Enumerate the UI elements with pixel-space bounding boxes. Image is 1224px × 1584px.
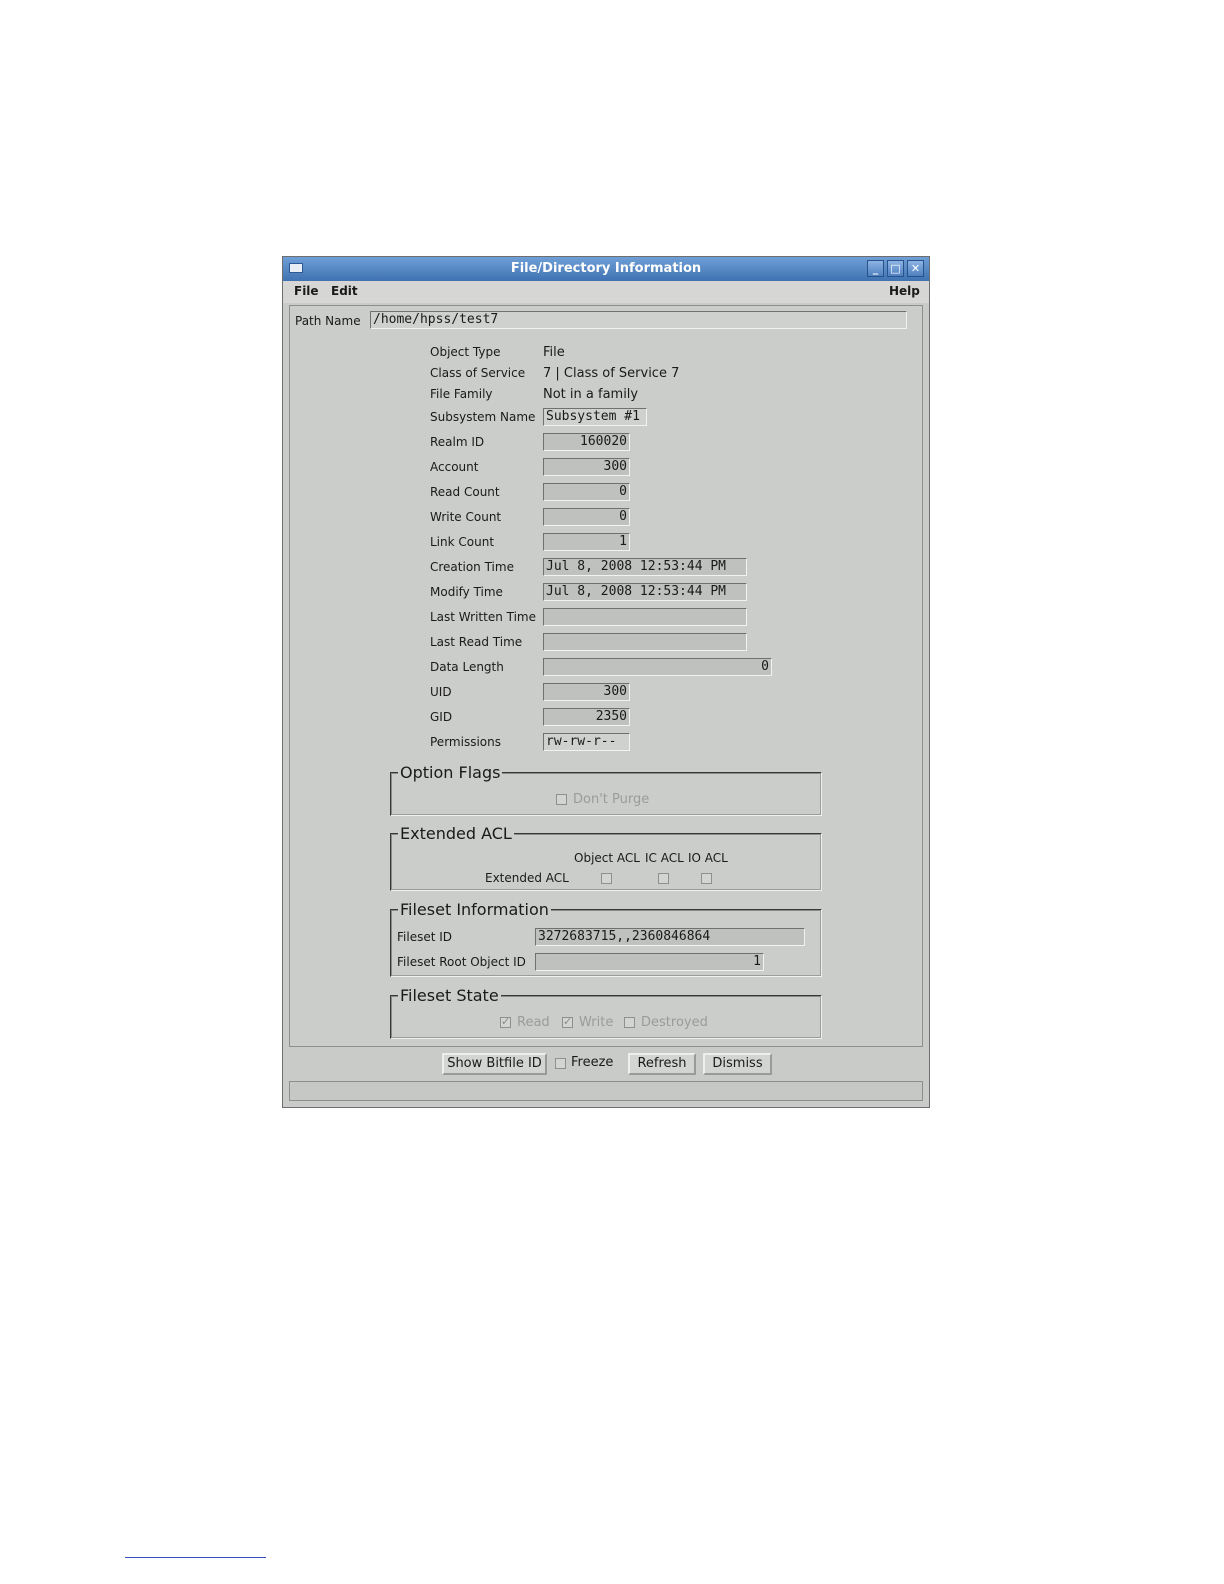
- freeze-checkbox[interactable]: [555, 1058, 566, 1069]
- dont-purge-label: Don't Purge: [573, 792, 650, 807]
- gid-label: GID: [430, 710, 453, 724]
- modify-time-field: Jul 8, 2008 12:53:44 PM: [543, 583, 747, 601]
- file-family-label: File Family: [430, 387, 493, 401]
- class-of-service-label: Class of Service: [430, 366, 526, 380]
- link-count-field: 1: [543, 533, 630, 551]
- data-length-field: 0: [543, 658, 772, 676]
- fileset-information-title: Fileset Information: [398, 900, 551, 919]
- permissions-field[interactable]: rw-rw-r--: [543, 733, 630, 751]
- destroyed-label: Destroyed: [641, 1015, 708, 1030]
- footnote-rule: [125, 1557, 266, 1558]
- permissions-label: Permissions: [430, 735, 501, 749]
- data-length-label: Data Length: [430, 660, 504, 674]
- fileset-id-label: Fileset ID: [397, 930, 453, 944]
- creation-time-field: Jul 8, 2008 12:53:44 PM: [543, 558, 747, 576]
- uid-field: 300: [543, 683, 630, 701]
- ic-acl-header: IC ACL: [645, 851, 684, 865]
- fileset-state-title: Fileset State: [398, 986, 501, 1005]
- object-acl-checkbox[interactable]: [601, 873, 612, 884]
- read-label: Read: [517, 1015, 550, 1030]
- extended-acl-group: Extended ACL Object ACL IC ACL IO ACL Ex…: [390, 824, 822, 891]
- read-count-field: 0: [543, 483, 630, 501]
- fileset-information-group: Fileset Information Fileset ID 327268371…: [390, 900, 822, 977]
- menu-help[interactable]: Help: [889, 284, 920, 298]
- read-checkbox[interactable]: ✓: [500, 1015, 511, 1028]
- option-flags-title: Option Flags: [398, 763, 503, 782]
- fileset-id-field: 3272683715,,2360846864: [535, 928, 805, 946]
- modify-time-label: Modify Time: [430, 585, 503, 599]
- account-field: 300: [543, 458, 630, 476]
- write-checkbox[interactable]: ✓: [562, 1015, 573, 1028]
- path-name-field[interactable]: /home/hpss/test7: [370, 311, 907, 329]
- io-acl-header: IO ACL: [688, 851, 728, 865]
- menu-edit[interactable]: Edit: [331, 284, 358, 298]
- fileset-root-object-id-field: 1: [535, 953, 764, 971]
- check-mark-icon: ✓: [563, 1015, 573, 1028]
- creation-time-label: Creation Time: [430, 560, 514, 574]
- window-title: File/Directory Information: [510, 261, 702, 276]
- last-read-time-label: Last Read Time: [430, 635, 523, 649]
- menu-bar: File Edit Help: [283, 281, 929, 303]
- link-count-label: Link Count: [430, 535, 495, 549]
- extended-acl-row-label: Extended ACL: [485, 871, 569, 885]
- last-written-time-label: Last Written Time: [430, 610, 536, 624]
- read-count-label: Read Count: [430, 485, 500, 499]
- gid-field: 2350: [543, 708, 630, 726]
- object-acl-header: Object ACL: [574, 851, 640, 865]
- io-acl-checkbox[interactable]: [701, 873, 712, 884]
- info-panel: Path Name /home/hpss/test7 Object Type F…: [289, 305, 923, 1047]
- uid-label: UID: [430, 685, 452, 699]
- account-label: Account: [430, 460, 479, 474]
- dont-purge-checkbox[interactable]: [556, 794, 567, 805]
- fileset-root-object-id-label: Fileset Root Object ID: [397, 955, 526, 969]
- title-bar[interactable]: File/Directory Information _ □ ✕: [283, 257, 929, 281]
- file-directory-information-window: File/Directory Information _ □ ✕ File Ed…: [282, 256, 930, 1108]
- freeze-label: Freeze: [571, 1055, 614, 1070]
- minimize-icon[interactable]: _: [867, 260, 884, 277]
- realm-id-label: Realm ID: [430, 435, 485, 449]
- write-count-field: 0: [543, 508, 630, 526]
- destroyed-checkbox[interactable]: [624, 1017, 635, 1028]
- fileset-state-group: Fileset State ✓ Read ✓ Write Destroyed: [390, 986, 822, 1039]
- option-flags-group: Option Flags Don't Purge: [390, 763, 822, 816]
- ic-acl-checkbox[interactable]: [658, 873, 669, 884]
- menu-file[interactable]: File: [294, 284, 319, 298]
- last-written-time-field: [543, 608, 747, 626]
- subsystem-name-label: Subsystem Name: [430, 410, 536, 424]
- realm-id-field: 160020: [543, 433, 630, 451]
- status-bar: [289, 1081, 923, 1101]
- dismiss-button[interactable]: Dismiss: [703, 1053, 772, 1075]
- last-read-time-field: [543, 633, 747, 651]
- object-type-label: Object Type: [430, 345, 501, 359]
- object-type-value: File: [543, 345, 565, 360]
- write-label: Write: [579, 1015, 614, 1030]
- class-of-service-value: 7 | Class of Service 7: [543, 366, 680, 381]
- show-bitfile-id-button[interactable]: Show Bitfile ID: [442, 1053, 547, 1075]
- subsystem-name-field[interactable]: Subsystem #1: [543, 408, 647, 426]
- check-mark-icon: ✓: [501, 1015, 511, 1028]
- extended-acl-title: Extended ACL: [398, 824, 514, 843]
- refresh-button[interactable]: Refresh: [628, 1053, 696, 1075]
- path-name-label: Path Name: [295, 314, 361, 328]
- write-count-label: Write Count: [430, 510, 502, 524]
- file-family-value: Not in a family: [543, 387, 639, 402]
- maximize-icon[interactable]: □: [887, 260, 904, 277]
- close-icon[interactable]: ✕: [907, 260, 924, 277]
